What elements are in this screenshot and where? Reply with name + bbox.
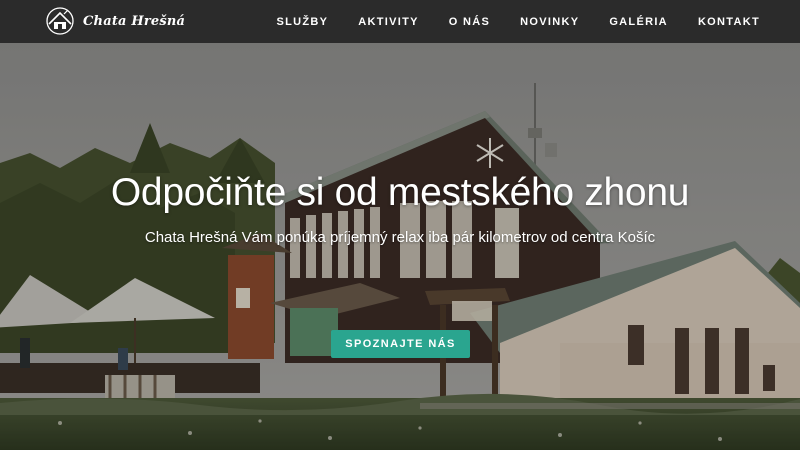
- nav-item-novinky[interactable]: NOVINKY: [520, 16, 579, 28]
- hero-section: Odpočiňte si od mestského zhonu Chata Hr…: [0, 43, 800, 450]
- chalet-logo-icon: [44, 6, 80, 36]
- nav-item-aktivity[interactable]: AKTIVITY: [358, 16, 419, 28]
- brand-name: Chata Hrešná: [83, 13, 186, 29]
- nav-item-sluzby[interactable]: SLUŽBY: [276, 16, 328, 28]
- site-header: Chata Hrešná SLUŽBY AKTIVITY O NÁS NOVIN…: [0, 0, 800, 43]
- nav-item-o-nas[interactable]: O NÁS: [449, 16, 490, 28]
- learn-more-button[interactable]: SPOZNAJTE NÁS: [331, 330, 470, 358]
- nav-item-kontakt[interactable]: KONTAKT: [698, 16, 760, 28]
- hero-overlay: [0, 43, 800, 450]
- logo[interactable]: Chata Hrešná: [44, 6, 185, 36]
- main-nav: SLUŽBY AKTIVITY O NÁS NOVINKY GALÉRIA KO…: [246, 0, 760, 43]
- nav-item-galeria[interactable]: GALÉRIA: [609, 16, 668, 28]
- hero-title: Odpočiňte si od mestského zhonu: [110, 171, 690, 214]
- hero-subtitle: Chata Hrešná Vám ponúka príjemný relax i…: [144, 229, 656, 246]
